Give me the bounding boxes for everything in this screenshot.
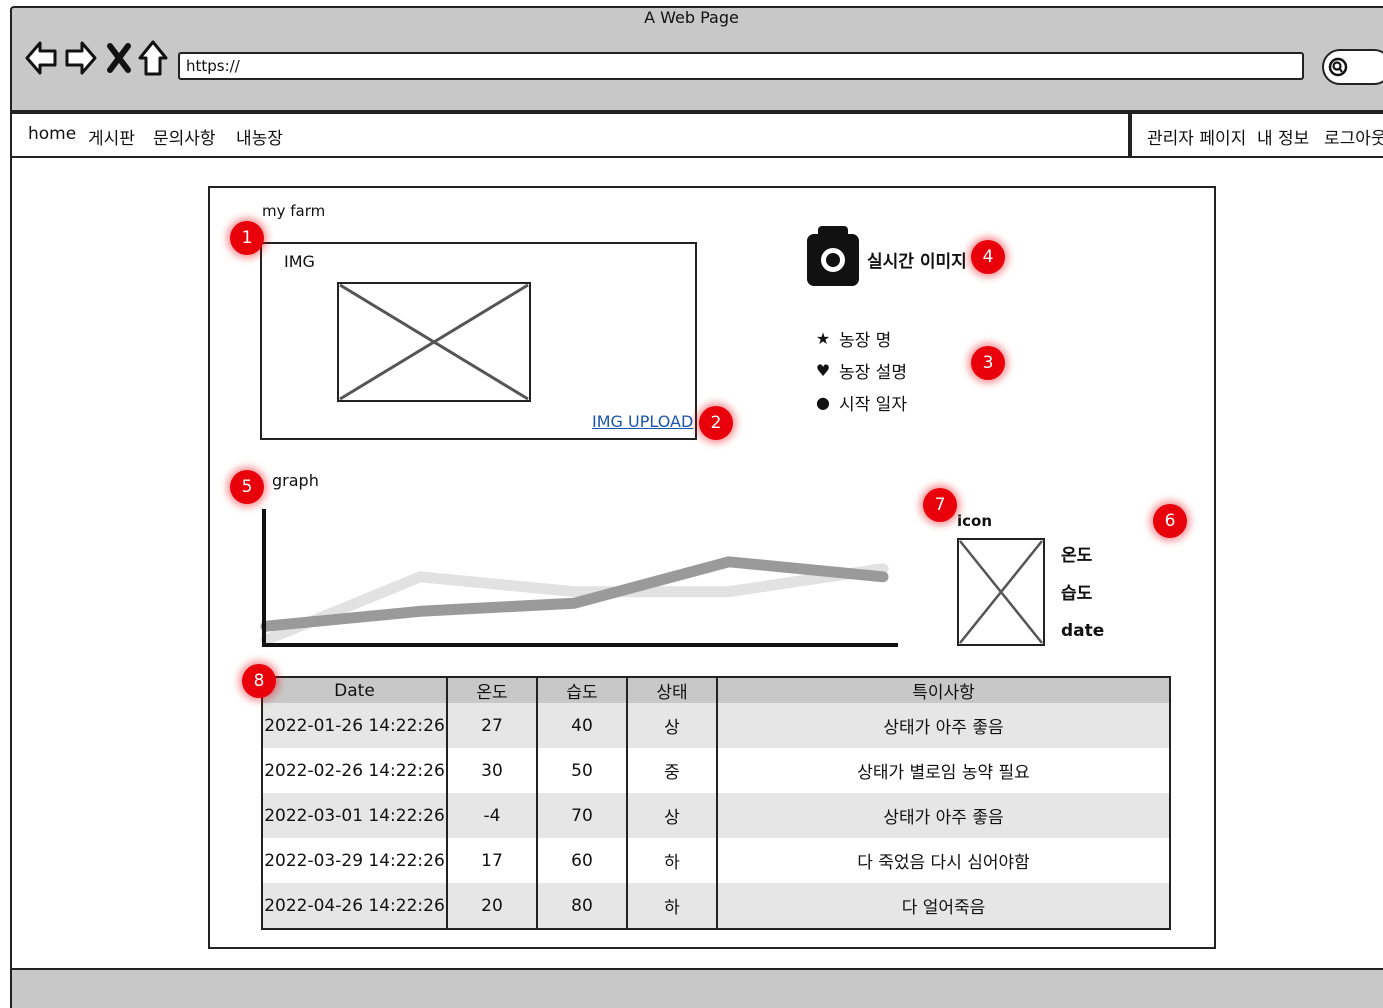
forward-arrow-icon[interactable] — [64, 38, 98, 78]
column-header-status: 상태 — [627, 677, 718, 703]
annotation-marker-5: 5 — [230, 470, 264, 504]
realtime-image-label: 실시간 이미지 — [867, 252, 967, 272]
annotation-marker-2: 2 — [699, 406, 733, 440]
column-header-temperature: 온도 — [447, 677, 538, 703]
annotation-marker-7: 7 — [923, 488, 957, 522]
nav-my-farm[interactable]: 내농장 — [236, 124, 283, 149]
cell-status: 중 — [627, 748, 718, 793]
sensor-icon-placeholder — [957, 538, 1045, 646]
cell-temperature: -4 — [447, 793, 538, 838]
nav-admin-page[interactable]: 관리자 페이지 — [1147, 124, 1246, 149]
annotation-marker-6: 6 — [1153, 504, 1187, 538]
star-icon: ★ — [815, 329, 831, 348]
table-row: 2022-02-26 14:22:26 30 50 중 상태가 별로임 농약 필… — [262, 748, 1170, 793]
cell-status: 하 — [627, 838, 718, 883]
sensor-data-table: Date 온도 습도 상태 특이사항 2022-01-26 14:22:26 2… — [261, 676, 1171, 930]
sensor-line-chart — [260, 509, 898, 647]
cell-status: 상 — [627, 793, 718, 838]
home-icon[interactable] — [136, 38, 170, 78]
cell-humidity: 80 — [537, 883, 628, 929]
search-box[interactable] — [1322, 49, 1383, 85]
annotation-marker-4: 4 — [971, 240, 1005, 274]
cell-humidity: 50 — [537, 748, 628, 793]
cell-notes: 다 죽었음 다시 심어야함 — [717, 838, 1170, 883]
annotation-marker-3: 3 — [971, 346, 1005, 380]
start-date-label: 시작 일자 — [839, 395, 907, 415]
cell-date: 2022-01-26 14:22:26 — [262, 703, 448, 748]
cell-date: 2022-03-01 14:22:26 — [262, 793, 448, 838]
farm-info-description: ♥ 농장 설명 — [815, 358, 907, 383]
table-row: 2022-03-29 14:22:26 17 60 하 다 죽었음 다시 심어야… — [262, 838, 1170, 883]
cell-notes: 상태가 아주 좋음 — [717, 703, 1170, 748]
back-arrow-icon[interactable] — [24, 38, 58, 78]
cell-temperature: 20 — [447, 883, 538, 929]
cell-humidity: 70 — [537, 793, 628, 838]
farm-image-placeholder — [337, 282, 531, 402]
stop-icon[interactable] — [104, 38, 134, 78]
nav-home[interactable]: home — [28, 124, 76, 144]
column-header-notes: 특이사항 — [717, 677, 1170, 703]
farm-info-name: ★ 농장 명 — [815, 326, 892, 351]
image-label: IMG — [284, 252, 315, 271]
page-border — [10, 158, 12, 970]
url-input[interactable]: https:// — [178, 52, 1304, 80]
farm-info-start-date: ● 시작 일자 — [815, 390, 907, 415]
date-label: date — [1061, 621, 1105, 641]
nav-my-info[interactable]: 내 정보 — [1257, 124, 1309, 149]
table-row: 2022-03-01 14:22:26 -4 70 상 상태가 아주 좋음 — [262, 793, 1170, 838]
search-icon — [1328, 57, 1348, 77]
section-label-my-farm: my farm — [262, 202, 326, 220]
column-header-date: Date — [262, 677, 448, 703]
cell-humidity: 60 — [537, 838, 628, 883]
cell-status: 상 — [627, 703, 718, 748]
humidity-label: 습도 — [1061, 584, 1093, 604]
image-upload-link[interactable]: IMG UPLOAD — [592, 412, 693, 431]
column-header-humidity: 습도 — [537, 677, 628, 703]
cell-notes: 상태가 아주 좋음 — [717, 793, 1170, 838]
status-bar — [10, 968, 1383, 1008]
circle-icon: ● — [816, 393, 830, 412]
farm-description-label: 농장 설명 — [839, 363, 907, 383]
table-row: 2022-04-26 14:22:26 20 80 하 다 얼어죽음 — [262, 883, 1170, 929]
cell-humidity: 40 — [537, 703, 628, 748]
annotation-marker-8: 8 — [242, 664, 276, 698]
cell-date: 2022-04-26 14:22:26 — [262, 883, 448, 929]
camera-icon[interactable] — [806, 224, 860, 287]
nav-logout[interactable]: 로그아웃 — [1324, 124, 1383, 149]
window-title: A Web Page — [644, 8, 739, 27]
cell-status: 하 — [627, 883, 718, 929]
heart-icon: ♥ — [815, 361, 831, 380]
cell-date: 2022-02-26 14:22:26 — [262, 748, 448, 793]
sensor-icon-label: icon — [957, 512, 993, 530]
cell-notes: 상태가 별로임 농약 필요 — [717, 748, 1170, 793]
section-label-graph: graph — [272, 471, 319, 490]
cell-notes: 다 얼어죽음 — [717, 883, 1170, 929]
cell-date: 2022-03-29 14:22:26 — [262, 838, 448, 883]
nav-board[interactable]: 게시판 — [88, 124, 135, 149]
cell-temperature: 27 — [447, 703, 538, 748]
nav-inquiry[interactable]: 문의사항 — [153, 124, 216, 149]
table-row: 2022-01-26 14:22:26 27 40 상 상태가 아주 좋음 — [262, 703, 1170, 748]
cell-temperature: 30 — [447, 748, 538, 793]
annotation-marker-1: 1 — [230, 221, 264, 255]
table-header-row: Date 온도 습도 상태 특이사항 — [262, 677, 1170, 703]
farm-name-label: 농장 명 — [839, 331, 892, 351]
cell-temperature: 17 — [447, 838, 538, 883]
temperature-label: 온도 — [1061, 546, 1093, 566]
